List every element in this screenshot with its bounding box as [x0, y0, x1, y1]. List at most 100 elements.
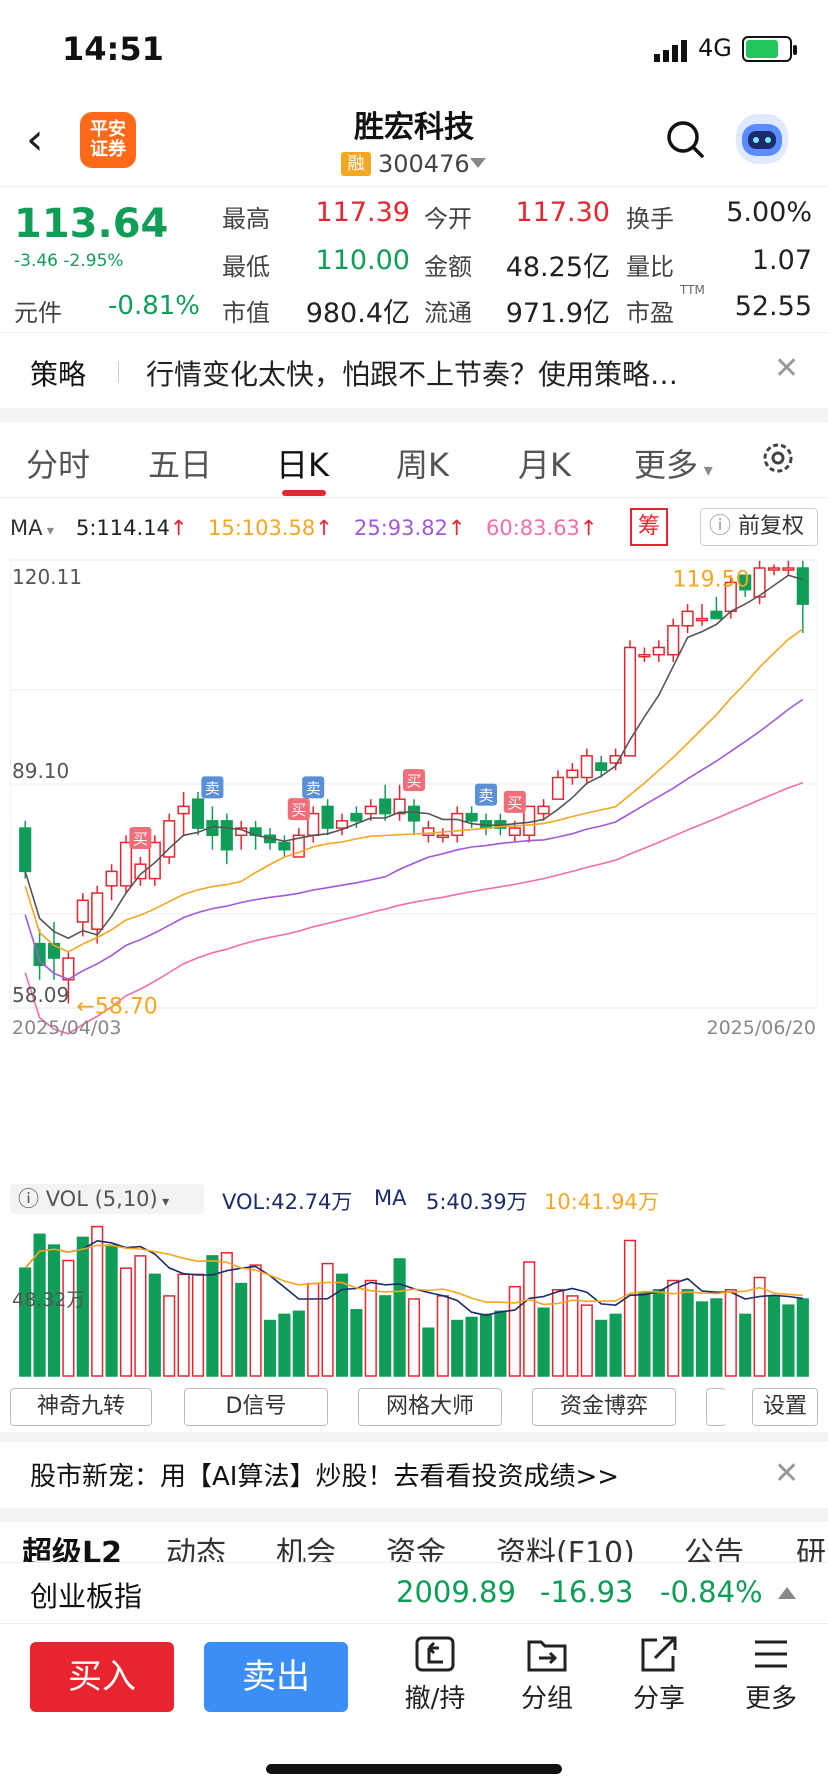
sell-button[interactable]: 卖出 [204, 1642, 348, 1712]
field-value: 980.4亿 [305, 298, 410, 329]
indicator-settings[interactable]: 设置 [752, 1388, 818, 1426]
volume-bar [307, 1282, 320, 1377]
adjust-mode-button[interactable]: ⓘ 前复权 [700, 508, 818, 546]
indicator-more[interactable] [706, 1388, 726, 1426]
field-value: 48.25亿 [505, 252, 610, 283]
indicator-grid-master[interactable]: 网格大师 [358, 1388, 502, 1426]
field-value: 117.30 [515, 197, 610, 228]
volume-bar [436, 1295, 449, 1377]
field-label: 量比 [626, 253, 674, 281]
signal-label: 买 [406, 772, 421, 790]
candle-body [667, 625, 680, 656]
field-label: 流通 [424, 299, 472, 327]
chevron-down-icon[interactable] [470, 158, 486, 168]
volume-bar [235, 1282, 248, 1377]
chip-distribution-button[interactable]: 筹 [630, 508, 668, 546]
broker-logo[interactable]: 平安证券 [80, 112, 136, 168]
indicator-magic-nine[interactable]: 神奇九转 [10, 1388, 152, 1426]
group-button[interactable]: 分组 [502, 1634, 592, 1734]
candle-body [782, 567, 795, 571]
tab-more[interactable]: 更多 ▾ [634, 440, 713, 486]
chevron-up-icon[interactable] [778, 1587, 796, 1599]
price-change: -3.46 -2.95% [14, 251, 124, 271]
volume-bar [350, 1309, 363, 1377]
ai-banner[interactable]: 股市新宠：用【AI算法】炒股！去看看投资成绩>> ✕ [0, 1442, 828, 1508]
tab-intraday[interactable]: 分时 [26, 440, 90, 486]
stock-code[interactable]: 300476 [378, 150, 470, 178]
ai-assistant-icon[interactable] [736, 114, 788, 164]
ma-selector[interactable]: MA ▾ [10, 516, 54, 540]
cancel-hold-button[interactable]: 撤/持 [390, 1634, 480, 1734]
tab-daily-k[interactable]: 日K [276, 440, 329, 486]
field-label: 最高 [222, 205, 270, 233]
buy-button[interactable]: 买入 [30, 1642, 174, 1712]
chevron-down-icon: ▾ [698, 460, 713, 481]
close-icon[interactable]: ✕ [774, 1456, 799, 1491]
volume-bar [278, 1313, 291, 1377]
network-type: 4G [698, 34, 732, 62]
candle-body [91, 892, 104, 930]
candle-body [652, 646, 665, 656]
index-change: -16.93 [540, 1575, 634, 1609]
period-tabs: 分时 五日 日K 周K 月K 更多 ▾ [0, 422, 828, 498]
candlestick-chart[interactable]: 120.11 89.10 58.09 2025/04/03 2025/06/20 119.… [10, 556, 818, 1156]
volume-bar [19, 1267, 32, 1377]
tab-monthly-k[interactable]: 月K [518, 440, 571, 486]
volume-bar [134, 1255, 147, 1377]
volume-bar [191, 1273, 205, 1377]
ma5-value: 5:114.14↑ [76, 516, 188, 540]
tab-super-l2[interactable]: 超级L2 [22, 1528, 122, 1562]
tab-news[interactable]: 动态 [166, 1528, 226, 1562]
field-value: 971.9亿 [505, 298, 610, 329]
tab-funds[interactable]: 资金 [386, 1528, 446, 1562]
volume-bar [119, 1267, 133, 1377]
tab-announcement[interactable]: 公告 [684, 1528, 744, 1562]
ma15-value: 15:103.58↑ [208, 516, 333, 540]
divider [0, 1508, 828, 1522]
stock-header: ‹ 平安证券 胜宏科技 融 300476 [0, 100, 828, 184]
field-value: 110.00 [315, 245, 410, 276]
field-value: 1.07 [751, 245, 812, 276]
search-icon[interactable] [664, 118, 706, 160]
volume-bar [710, 1298, 723, 1377]
candle-body [595, 762, 608, 772]
volume-bar [163, 1295, 176, 1377]
tab-f10[interactable]: 资料(F10) [496, 1528, 635, 1562]
share-icon [641, 1636, 677, 1672]
action-bar: 买入 卖出 撤/持 分组 分享 更多 [0, 1624, 828, 1748]
info-tabs: 超级L2 动态 机会 资金 资料(F10) 公告 研 [0, 1522, 828, 1562]
tab-weekly-k[interactable]: 周K [396, 440, 449, 486]
volume-bar [249, 1264, 262, 1377]
stock-name[interactable]: 胜宏科技 [250, 102, 578, 146]
gear-icon[interactable] [758, 438, 798, 478]
tab-opportunity[interactable]: 机会 [276, 1528, 336, 1562]
back-button[interactable]: ‹ [26, 118, 66, 166]
candle-body [350, 812, 363, 822]
indicator-d-signal[interactable]: D信号 [184, 1388, 328, 1426]
more-button[interactable]: 更多 [726, 1634, 816, 1734]
close-icon[interactable]: ✕ [774, 351, 799, 386]
tab-research[interactable]: 研 [796, 1528, 826, 1562]
volume-chart[interactable]: 48.32万 [10, 1212, 818, 1380]
max-price-label: 119.50 [673, 567, 750, 592]
ma-legend: MA ▾ 5:114.14↑ 15:103.58↑ 25:93.82↑ 60:8… [0, 500, 828, 556]
candle-body [508, 827, 521, 837]
volume-bar [609, 1313, 622, 1377]
volume-bar [523, 1261, 536, 1377]
volume-selector[interactable]: ⓘ VOL (5,10) ▾ [10, 1184, 204, 1214]
volume-bar [263, 1319, 277, 1377]
volume-bar [292, 1310, 305, 1377]
field-value: 52.55 [734, 291, 812, 322]
candle-body [407, 805, 421, 822]
share-button[interactable]: 分享 [614, 1634, 704, 1734]
index-ticker[interactable]: 创业板指 2009.89 -16.93 -0.84% [0, 1562, 828, 1624]
volume-bar [595, 1319, 608, 1377]
signal-label: 卖 [306, 779, 321, 797]
candle-body [436, 834, 449, 839]
strategy-banner[interactable]: 策略 行情变化太快，怕跟不上节奏？使用策略… ✕ [0, 332, 828, 408]
status-time: 14:51 [62, 30, 164, 68]
indicator-fund-game[interactable]: 资金博弈 [532, 1388, 676, 1426]
folder-icon [527, 1640, 567, 1672]
tab-five-day[interactable]: 五日 [148, 440, 212, 486]
volume-bar [407, 1298, 421, 1377]
